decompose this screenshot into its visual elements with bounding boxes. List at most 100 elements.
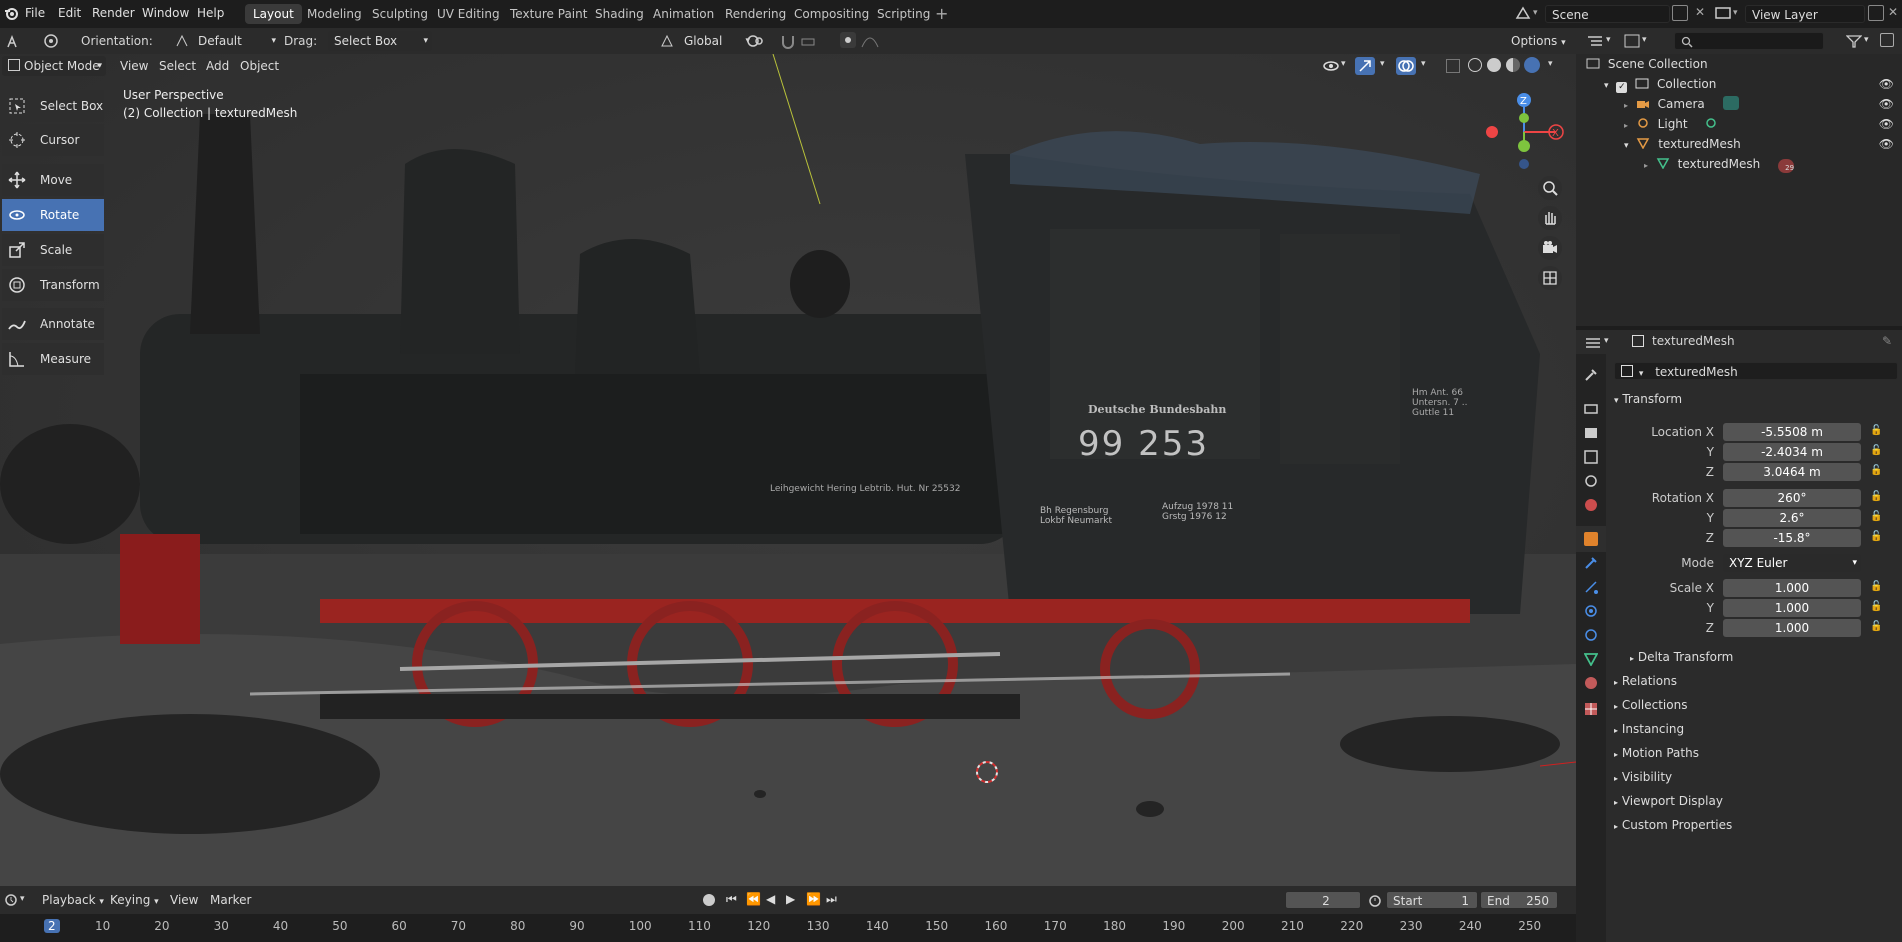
eye-icon[interactable]: 👁 (1879, 114, 1894, 134)
collections-section[interactable]: ▸ Collections (1614, 698, 1687, 712)
end-frame-field[interactable]: End 250 (1480, 891, 1558, 909)
current-frame-field[interactable]: 2 (1285, 891, 1361, 909)
delete-view-layer-icon[interactable]: ✕ (1888, 5, 1898, 19)
custom-properties-section[interactable]: ▸ Custom Properties (1614, 818, 1732, 832)
wireframe-shading-icon[interactable] (1468, 58, 1482, 72)
chevron-down-icon[interactable]: ▾ (1642, 35, 1647, 45)
material-count-badge[interactable]: 29 (1778, 159, 1795, 173)
outliner-textured-mesh[interactable]: ▾ texturedMesh 👁 (1624, 134, 1894, 154)
tool-rotate[interactable]: Rotate (2, 199, 104, 231)
tab-compositing[interactable]: Compositing (786, 4, 877, 24)
transform-section-header[interactable]: ▾ Transform (1614, 392, 1682, 406)
solid-shading-icon[interactable] (1487, 58, 1501, 72)
proportional-edit-toggle[interactable] (840, 32, 856, 48)
new-scene-icon[interactable] (1672, 5, 1688, 21)
collapse-icon[interactable]: ▾ (1624, 141, 1629, 151)
pivot-point-icon[interactable] (746, 33, 766, 49)
filter-icon[interactable] (1846, 34, 1862, 48)
chevron-down-icon[interactable]: ▾ (20, 894, 25, 904)
material-tab-icon[interactable] (1584, 676, 1598, 690)
motion-paths-section[interactable]: ▸ Motion Paths (1614, 746, 1699, 760)
play-reverse-icon[interactable]: ◀ (766, 892, 775, 906)
rotation-z-field[interactable]: -15.8° (1723, 529, 1861, 547)
outliner-collection[interactable]: ▾ ✓ Collection 👁 (1604, 74, 1894, 94)
editor-type-icon[interactable] (6, 33, 22, 49)
active-tool-icon[interactable] (42, 32, 60, 50)
outliner-search-input[interactable] (1674, 32, 1824, 50)
lock-icon[interactable]: 🔓 (1870, 601, 1882, 612)
prev-keyframe-icon[interactable]: ⏪ (746, 892, 761, 906)
view-layer-tab-icon[interactable] (1584, 450, 1598, 464)
tool-scale[interactable]: Scale (2, 234, 104, 266)
modifier-tab-icon[interactable] (1584, 556, 1598, 570)
new-collection-icon[interactable] (1880, 33, 1894, 47)
menu-window[interactable]: Window (142, 6, 189, 20)
particles-tab-icon[interactable] (1584, 580, 1598, 594)
pin-icon[interactable]: ✎ (1882, 334, 1892, 348)
rendered-shading-icon[interactable] (1524, 57, 1540, 73)
menu-edit[interactable]: Edit (58, 6, 81, 20)
view-layer-field[interactable]: View Layer (1745, 5, 1865, 23)
outliner-camera[interactable]: ▸ Camera 👁 (1624, 94, 1894, 114)
visibility-section[interactable]: ▸ Visibility (1614, 770, 1672, 784)
render-tab-icon[interactable] (1584, 402, 1598, 416)
gizmo-toggle[interactable] (1355, 57, 1375, 75)
eye-icon[interactable]: 👁 (1879, 134, 1894, 154)
menu-render[interactable]: Render (92, 6, 135, 20)
location-x-field[interactable]: -5.5508 m (1723, 423, 1861, 441)
current-frame-marker[interactable]: 2 (44, 919, 60, 933)
relations-section[interactable]: ▸ Relations (1614, 674, 1677, 688)
location-z-field[interactable]: 3.0464 m (1723, 463, 1861, 481)
viewport-menu-add[interactable]: Add (200, 56, 235, 76)
outliner-light[interactable]: ▸ Light 👁 (1624, 114, 1894, 134)
tool-cursor[interactable]: Cursor (2, 124, 104, 156)
object-tab[interactable] (1576, 526, 1606, 552)
snap-target-icon[interactable] (800, 33, 816, 49)
tab-modeling[interactable]: Modeling (299, 4, 370, 24)
start-frame-field[interactable]: Start 1 (1386, 891, 1478, 909)
tab-uv-editing[interactable]: UV Editing (429, 4, 508, 24)
collapse-icon[interactable]: ▾ (1604, 81, 1609, 91)
material-shading-icon[interactable] (1506, 58, 1520, 72)
new-view-layer-icon[interactable] (1868, 5, 1884, 21)
chevron-down-icon[interactable]: ▾ (1421, 59, 1426, 69)
tool-move[interactable]: Move (2, 164, 104, 196)
jump-end-icon[interactable]: ⏭ (826, 892, 837, 907)
eye-icon[interactable]: 👁 (1879, 74, 1894, 94)
scale-y-field[interactable]: 1.000 (1723, 599, 1861, 617)
tab-scripting[interactable]: Scripting (869, 4, 938, 24)
lock-icon[interactable]: 🔓 (1870, 581, 1882, 592)
tab-sculpting[interactable]: Sculpting (364, 4, 436, 24)
checkbox-icon[interactable]: ✓ (1616, 82, 1628, 93)
orientation-dropdown[interactable]: Default ▾ (192, 31, 280, 51)
delete-scene-icon[interactable]: ✕ (1695, 5, 1705, 19)
scale-z-field[interactable]: 1.000 (1723, 619, 1861, 637)
3d-viewport[interactable]: Deutsche Bundesbahn 99 253 Leihgewicht H… (0, 54, 1576, 886)
outliner-editor-icon[interactable] (1586, 34, 1604, 48)
menu-help[interactable]: Help (197, 6, 224, 20)
visibility-icon[interactable] (1322, 59, 1340, 73)
properties-editor-icon[interactable] (1584, 336, 1602, 350)
tool-measure[interactable]: Measure (2, 343, 104, 375)
expand-icon[interactable]: ▸ (1624, 121, 1628, 130)
blender-logo-icon[interactable] (4, 6, 18, 20)
tool-transform[interactable]: Transform (2, 269, 104, 301)
tab-shading[interactable]: Shading (587, 4, 652, 24)
location-y-field[interactable]: -2.4034 m (1723, 443, 1861, 461)
rotation-y-field[interactable]: 2.6° (1723, 509, 1861, 527)
viewport-menu-select[interactable]: Select (153, 56, 202, 76)
scene-field[interactable]: Scene (1545, 5, 1670, 23)
outliner-mesh-data[interactable]: ▸ texturedMesh 29 (1644, 154, 1844, 174)
view-layer-icon[interactable] (1715, 6, 1731, 20)
keying-menu[interactable]: Keying ▾ (104, 890, 165, 910)
data-tab-icon[interactable] (1584, 652, 1598, 666)
tool-annotate[interactable]: Annotate (2, 308, 104, 340)
chevron-down-icon[interactable]: ▾ (1606, 35, 1611, 45)
lock-icon[interactable]: 🔓 (1870, 465, 1882, 476)
lock-icon[interactable]: 🔓 (1870, 531, 1882, 542)
stopwatch-icon[interactable] (1368, 893, 1382, 907)
tab-rendering[interactable]: Rendering (717, 4, 794, 24)
play-icon[interactable]: ▶ (786, 892, 795, 906)
rotation-x-field[interactable]: 260° (1723, 489, 1861, 507)
drag-dropdown[interactable]: Select Box ▾ (328, 31, 432, 51)
